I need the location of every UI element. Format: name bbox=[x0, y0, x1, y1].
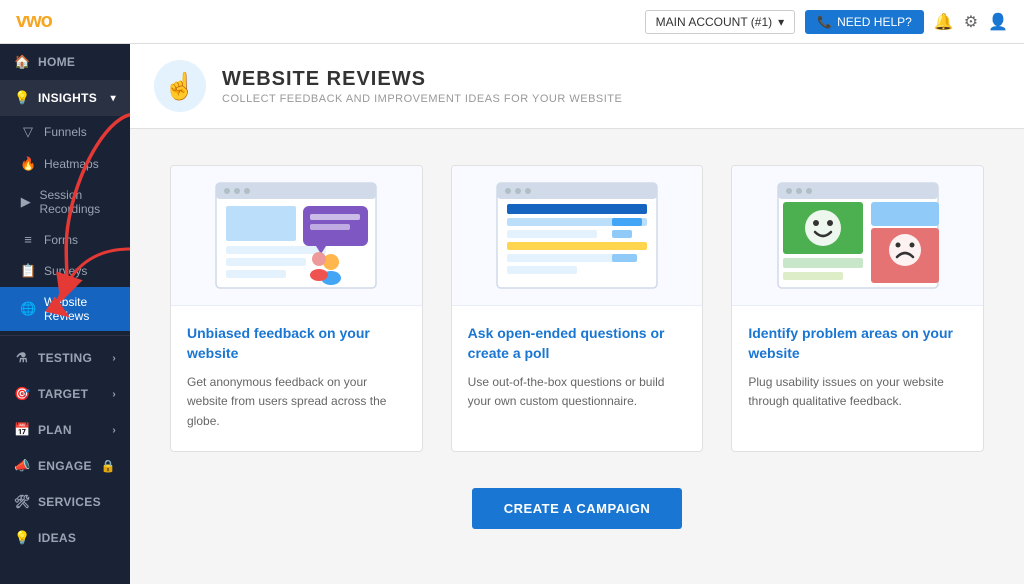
funnels-icon: ▽ bbox=[20, 124, 36, 140]
vwo-logo: vwo bbox=[16, 10, 52, 33]
testing-icon: ⚗ bbox=[14, 350, 30, 366]
card-problem-areas: Identify problem areas on your website P… bbox=[731, 165, 984, 452]
sidebar-home-label: HOME bbox=[38, 55, 75, 69]
lock-icon: 🔒 bbox=[101, 459, 116, 473]
cards-row: Unbiased feedback on your website Get an… bbox=[170, 165, 984, 452]
sidebar-plan-label: PLAN bbox=[38, 423, 72, 437]
heatmaps-icon: 🔥 bbox=[20, 156, 36, 172]
layout: 🏠 HOME 💡 INSIGHTS ▾ ▽ Funnels 🔥 Heatmaps… bbox=[0, 44, 1024, 584]
chevron-right-icon-2: › bbox=[112, 389, 116, 400]
sidebar-item-testing[interactable]: ⚗ TESTING › bbox=[0, 340, 130, 376]
sidebar: 🏠 HOME 💡 INSIGHTS ▾ ▽ Funnels 🔥 Heatmaps… bbox=[0, 44, 130, 584]
page-header: ☝ WEBSITE REVIEWS COLLECT FEEDBACK AND I… bbox=[130, 44, 1024, 129]
phone-icon: 📞 bbox=[817, 15, 832, 29]
card-2-content: Ask open-ended questions or create a pol… bbox=[452, 306, 703, 432]
chevron-down-icon: ▾ bbox=[778, 15, 784, 29]
card-1-illustration bbox=[171, 166, 422, 306]
sidebar-forms-label: Forms bbox=[44, 233, 78, 247]
page-subtitle: COLLECT FEEDBACK AND IMPROVEMENT IDEAS F… bbox=[222, 93, 622, 105]
sidebar-item-services[interactable]: 🛠 SERVICES bbox=[0, 484, 130, 520]
card-3-content: Identify problem areas on your website P… bbox=[732, 306, 983, 432]
card-1-content: Unbiased feedback on your website Get an… bbox=[171, 306, 422, 451]
card-unbiased-feedback: Unbiased feedback on your website Get an… bbox=[170, 165, 423, 452]
card-1-desc: Get anonymous feedback on your website f… bbox=[187, 373, 406, 431]
page-title: WEBSITE REVIEWS bbox=[222, 68, 622, 91]
sidebar-heatmaps-label: Heatmaps bbox=[44, 157, 99, 171]
create-campaign-button[interactable]: CREATE A CAMPAIGN bbox=[472, 488, 682, 529]
insights-icon: 💡 bbox=[14, 90, 30, 106]
card-1-title: Unbiased feedback on your website bbox=[187, 324, 406, 363]
target-icon: 🎯 bbox=[14, 386, 30, 402]
sidebar-item-target[interactable]: 🎯 TARGET › bbox=[0, 376, 130, 412]
sidebar-item-ideas[interactable]: 💡 IDEAS bbox=[0, 520, 130, 556]
chevron-right-icon-3: › bbox=[112, 425, 116, 436]
need-help-label: NEED HELP? bbox=[837, 15, 912, 29]
sidebar-target-label: TARGET bbox=[38, 387, 88, 401]
sidebar-website-reviews-label: Website Reviews bbox=[44, 295, 116, 323]
sidebar-item-engage[interactable]: 📣 ENGAGE 🔒 bbox=[0, 448, 130, 484]
sidebar-item-forms[interactable]: ≡ Forms bbox=[0, 224, 130, 255]
surveys-icon: 📋 bbox=[20, 263, 36, 279]
chevron-right-icon: › bbox=[112, 353, 116, 364]
sidebar-divider-1 bbox=[0, 335, 130, 336]
forms-icon: ≡ bbox=[20, 232, 36, 247]
website-reviews-icon: 🌐 bbox=[20, 301, 36, 317]
ideas-icon: 💡 bbox=[14, 530, 30, 546]
card-3-illustration bbox=[732, 166, 983, 306]
sidebar-session-recordings-label: Session Recordings bbox=[39, 188, 116, 216]
card-3-desc: Plug usability issues on your website th… bbox=[748, 373, 967, 411]
session-recordings-icon: ▶ bbox=[20, 194, 31, 210]
sidebar-ideas-label: IDEAS bbox=[38, 531, 76, 545]
chevron-down-icon: ▾ bbox=[111, 93, 116, 104]
topbar-right: MAIN ACCOUNT (#1) ▾ 📞 NEED HELP? 🔔 ⚙ 👤 bbox=[645, 10, 1008, 34]
account-label: MAIN ACCOUNT (#1) bbox=[656, 15, 772, 29]
page-header-icon: ☝ bbox=[154, 60, 206, 112]
sidebar-surveys-label: Surveys bbox=[44, 264, 87, 278]
sidebar-item-session-recordings[interactable]: ▶ Session Recordings bbox=[0, 180, 130, 224]
sidebar-insights-label: INSIGHTS bbox=[38, 91, 97, 105]
topbar: vwo MAIN ACCOUNT (#1) ▾ 📞 NEED HELP? 🔔 ⚙… bbox=[0, 0, 1024, 44]
sidebar-item-plan[interactable]: 📅 PLAN › bbox=[0, 412, 130, 448]
sidebar-testing-label: TESTING bbox=[38, 351, 92, 365]
card-open-ended: Ask open-ended questions or create a pol… bbox=[451, 165, 704, 452]
content-area: Unbiased feedback on your website Get an… bbox=[130, 129, 1024, 565]
sidebar-item-surveys[interactable]: 📋 Surveys bbox=[0, 255, 130, 287]
need-help-button[interactable]: 📞 NEED HELP? bbox=[805, 10, 924, 34]
card-3-title: Identify problem areas on your website bbox=[748, 324, 967, 363]
sidebar-funnels-label: Funnels bbox=[44, 125, 87, 139]
sidebar-item-heatmaps[interactable]: 🔥 Heatmaps bbox=[0, 148, 130, 180]
cta-area: CREATE A CAMPAIGN bbox=[170, 488, 984, 529]
card-2-title: Ask open-ended questions or create a pol… bbox=[468, 324, 687, 363]
sidebar-item-insights[interactable]: 💡 INSIGHTS ▾ bbox=[0, 80, 130, 116]
account-button[interactable]: MAIN ACCOUNT (#1) ▾ bbox=[645, 10, 796, 34]
sidebar-item-home[interactable]: 🏠 HOME bbox=[0, 44, 130, 80]
page-header-text: WEBSITE REVIEWS COLLECT FEEDBACK AND IMP… bbox=[222, 68, 622, 105]
plan-icon: 📅 bbox=[14, 422, 30, 438]
services-icon: 🛠 bbox=[14, 494, 30, 510]
home-icon: 🏠 bbox=[14, 54, 30, 70]
card-2-illustration bbox=[452, 166, 703, 306]
user-icon[interactable]: 👤 bbox=[988, 12, 1008, 32]
gear-icon[interactable]: ⚙ bbox=[964, 12, 978, 32]
sidebar-engage-label: ENGAGE bbox=[38, 459, 92, 473]
hand-pointer-icon: ☝ bbox=[164, 71, 196, 102]
sidebar-item-website-reviews[interactable]: 🌐 Website Reviews bbox=[0, 287, 130, 331]
engage-icon: 📣 bbox=[14, 458, 30, 474]
sidebar-item-funnels[interactable]: ▽ Funnels bbox=[0, 116, 130, 148]
card-2-desc: Use out-of-the-box questions or build yo… bbox=[468, 373, 687, 411]
sidebar-services-label: SERVICES bbox=[38, 495, 101, 509]
main-content: ☝ WEBSITE REVIEWS COLLECT FEEDBACK AND I… bbox=[130, 44, 1024, 584]
bell-icon[interactable]: 🔔 bbox=[934, 12, 954, 32]
